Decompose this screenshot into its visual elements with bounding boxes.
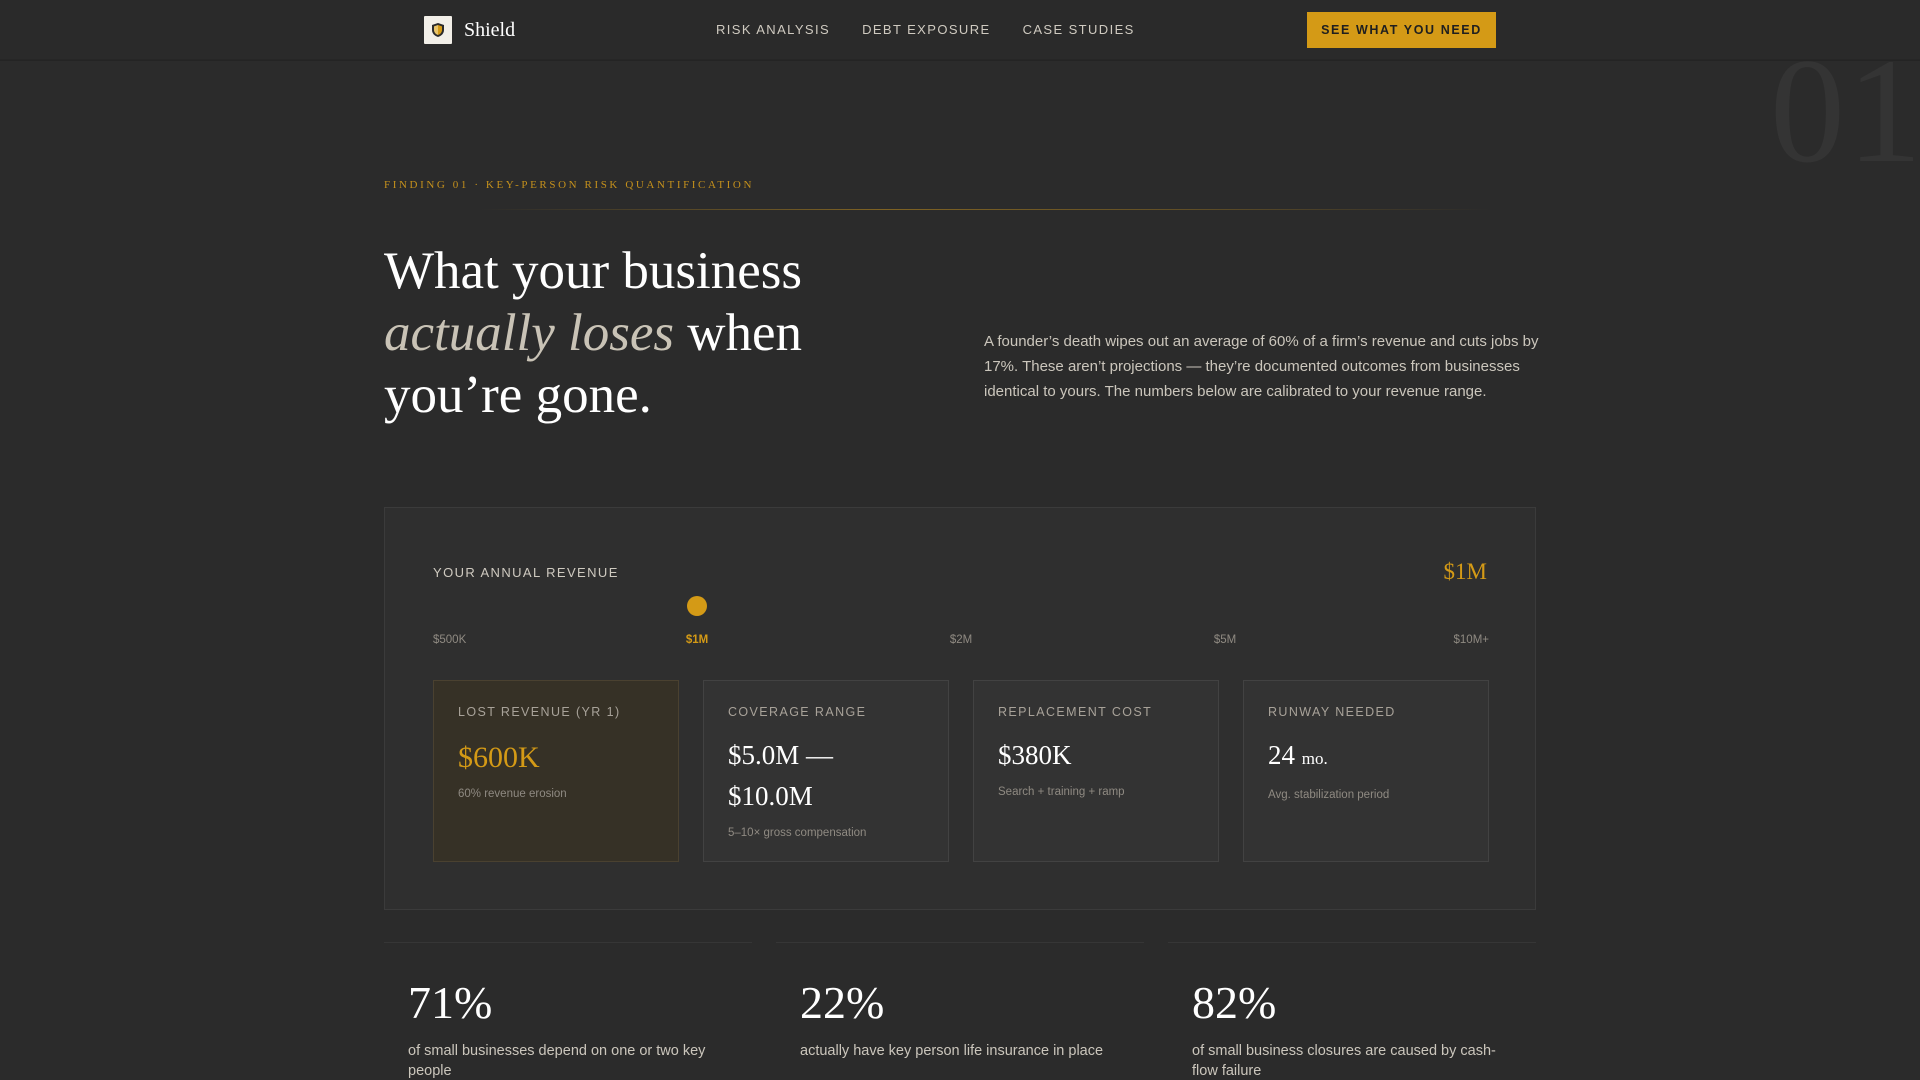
stat-item: 71% of small businesses depend on one or… (384, 942, 752, 1080)
card-note: Avg. stabilization period (1268, 789, 1390, 801)
card-unit: mo. (1301, 749, 1328, 768)
brand-name: Shield (464, 18, 516, 41)
intro-paragraph: A founder’s death wipes out an average o… (984, 333, 1539, 400)
card-coverage-range: COVERAGE RANGE $5.0M — $10.0M 5–10× gros… (703, 680, 949, 862)
card-value: $600K (458, 741, 540, 774)
card-runway-needed: RUNWAY NEEDED 24 mo. Avg. stabilization … (1243, 680, 1489, 862)
card-value: $5.0M — $10.0M (728, 740, 834, 811)
section-divider (480, 209, 1490, 210)
result-cards: LOST REVENUE (YR 1) $600K 60% revenue er… (433, 680, 1489, 862)
section-number-watermark: 01 (1770, 28, 1920, 194)
see-what-you-need-button[interactable]: SEE WHAT YOU NEED (1307, 12, 1496, 48)
revenue-calculator: YOUR ANNUAL REVENUE $1M $500K $1M $2M $5… (384, 507, 1536, 910)
slider-thumb[interactable] (687, 596, 707, 616)
top-nav: Shield RISK ANALYSIS DEBT EXPOSURE CASE … (0, 0, 1920, 60)
slider-ticks: $500K $1M $2M $5M $10M+ (433, 634, 1489, 650)
card-note: 5–10× gross compensation (728, 827, 867, 839)
card-label: RUNWAY NEEDED (1268, 705, 1396, 719)
nav-link-case-studies[interactable]: CASE STUDIES (1023, 22, 1135, 37)
tick-label[interactable]: $5M (1214, 634, 1236, 646)
stats-row: 71% of small businesses depend on one or… (384, 942, 1536, 1080)
card-label: COVERAGE RANGE (728, 705, 867, 719)
stat-value: 22% (800, 977, 885, 1028)
stat-description: of small businesses depend on one or two… (408, 1043, 706, 1079)
card-label: REPLACEMENT COST (998, 705, 1153, 719)
card-lost-revenue: LOST REVENUE (YR 1) $600K 60% revenue er… (433, 680, 679, 862)
revenue-slider[interactable] (433, 596, 1489, 616)
headline-emphasis: actually loses (384, 304, 674, 362)
revenue-value: $1M (1443, 559, 1487, 584)
slider-track[interactable] (433, 605, 1489, 607)
card-note: Search + training + ramp (998, 786, 1125, 798)
nav-link-risk-analysis[interactable]: RISK ANALYSIS (716, 22, 830, 37)
tick-label[interactable]: $2M (950, 634, 972, 646)
nav-links: RISK ANALYSIS DEBT EXPOSURE CASE STUDIES (716, 22, 1135, 37)
section-eyebrow: FINDING 01 · KEY-PERSON RISK QUANTIFICAT… (384, 179, 754, 191)
card-note: 60% revenue erosion (458, 788, 567, 800)
headline-line-1: What your business (384, 242, 803, 300)
shield-icon (424, 16, 452, 44)
card-value: 24 mo. (1268, 740, 1328, 770)
stat-value: 71% (408, 977, 493, 1028)
stat-description: of small business closures are caused by… (1192, 1043, 1496, 1079)
headline-line-2-rest: when (673, 304, 803, 362)
stat-description: actually have key person life insurance … (800, 1043, 1104, 1059)
card-replacement-cost: REPLACEMENT COST $380K Search + training… (973, 680, 1219, 862)
tick-label[interactable]: $10M+ (1454, 634, 1489, 646)
card-label: LOST REVENUE (YR 1) (458, 705, 621, 719)
stat-item: 22% actually have key person life insura… (776, 942, 1144, 1080)
stat-item: 82% of small business closures are cause… (1168, 942, 1536, 1080)
stat-value: 82% (1192, 977, 1277, 1028)
tick-label[interactable]: $500K (433, 634, 466, 646)
revenue-label: YOUR ANNUAL REVENUE (433, 565, 619, 580)
brand-logo[interactable]: Shield (424, 16, 515, 44)
nav-link-debt-exposure[interactable]: DEBT EXPOSURE (862, 22, 991, 37)
tick-label[interactable]: $1M (686, 634, 708, 646)
page-headline: What your business actually loses when y… (384, 240, 904, 426)
headline-line-3: you’re gone. (384, 366, 652, 424)
card-value: $380K (998, 740, 1072, 770)
